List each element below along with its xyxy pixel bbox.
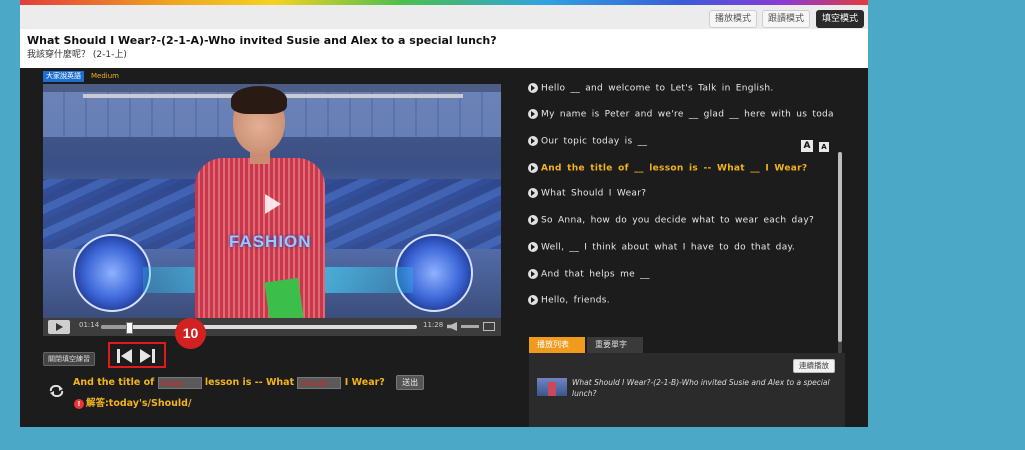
cloze-mode-button[interactable]: 填空模式: [816, 10, 865, 28]
subtitle-play-icon[interactable]: [528, 215, 538, 225]
step-number-badge: 10: [175, 318, 206, 349]
subtitle-play-icon[interactable]: [528, 163, 538, 173]
channel-badge: 大家說英語: [43, 71, 84, 82]
annotation-highlight-box: [108, 342, 166, 368]
cloze-text-before: And the title of: [73, 377, 155, 388]
fullscreen-icon[interactable]: [483, 322, 495, 331]
submit-button[interactable]: 送出: [396, 375, 425, 390]
subtitle-list: Hello __ and welcome to Let's Talk in En…: [528, 80, 834, 320]
subtitle-line[interactable]: Hello, friends.: [528, 295, 610, 306]
video-fashion-text: FASHION: [229, 232, 312, 251]
player-panel: 大家說英語 Medium FASHION 01:14 11:28 關閉填空練習 …: [20, 68, 868, 427]
subtitle-line[interactable]: Our topic today is __: [528, 136, 647, 147]
seek-thumb[interactable]: [126, 322, 134, 334]
play-button[interactable]: [48, 320, 70, 334]
subtitle-play-icon[interactable]: [528, 136, 538, 146]
video-controls: 01:14 11:28: [43, 318, 501, 336]
seek-bar[interactable]: [101, 322, 417, 334]
studio-globe-left: [73, 234, 151, 312]
continuous-play-button[interactable]: 連續播放: [793, 359, 835, 373]
follow-read-mode-button[interactable]: 跟讀模式: [762, 10, 811, 28]
presenter-paper: [264, 277, 304, 318]
subtitle-line[interactable]: And that helps me __: [528, 269, 650, 280]
subtitle-play-icon[interactable]: [528, 188, 538, 198]
subtitle-play-icon[interactable]: [528, 242, 538, 252]
subtitle-play-icon[interactable]: [528, 109, 538, 119]
cloze-sentence: And the title of today lesson is -- What…: [73, 375, 425, 390]
tab-vocabulary[interactable]: 重要單字: [587, 337, 643, 353]
answer-alert-icon: !: [74, 398, 84, 409]
answer-text: 解答:today's/Should/: [86, 398, 192, 409]
subtitle-line[interactable]: What Should I Wear?: [528, 188, 646, 199]
subtitle-text: What Should I Wear?: [541, 188, 647, 199]
volume-icon[interactable]: [447, 322, 457, 331]
repeat-icon[interactable]: [49, 385, 64, 397]
total-time: 11:28: [423, 321, 444, 329]
level-badge: Medium: [91, 72, 119, 80]
subtitle-text: Our topic today is __: [541, 136, 648, 147]
subtitle-text: And that helps me __: [541, 269, 650, 280]
subtitle-scroll-thumb[interactable]: [838, 152, 842, 342]
video-frame[interactable]: FASHION: [43, 84, 501, 318]
answer-line: ! 解答:today's/Should/: [74, 395, 191, 409]
subtitle-text: So Anna, how do you decide what to wear …: [541, 215, 815, 226]
cloze-text-middle: lesson is -- What: [204, 377, 295, 388]
cloze-blank-2[interactable]: should: [297, 376, 342, 389]
mode-toolbar: 播放模式 跟讀模式 填空模式: [20, 5, 868, 29]
subtitle-text: And the title of __ lesson is -- What __…: [541, 163, 808, 174]
volume-slider[interactable]: [461, 325, 479, 328]
presenter-hair: [231, 86, 287, 114]
playlist-item-title[interactable]: What Should I Wear?-(2-1-B)-Who invited …: [572, 377, 842, 399]
subtitle-line[interactable]: My name is Peter and we're __ glad __ he…: [528, 109, 834, 120]
subtitle-scrollbar[interactable]: [838, 152, 842, 387]
video-play-overlay-icon[interactable]: [265, 194, 281, 214]
subtitle-text: My name is Peter and we're __ glad __ he…: [541, 109, 834, 120]
tab-playlist[interactable]: 播放列表: [529, 337, 585, 353]
current-time: 01:14: [79, 321, 100, 329]
subtitle-text: Hello __ and welcome to Let's Talk in En…: [541, 83, 774, 94]
subtitle-play-icon[interactable]: [528, 295, 538, 305]
subtitle-line-active[interactable]: And the title of __ lesson is -- What __…: [528, 163, 807, 174]
close-cloze-button[interactable]: 關閉填空練習: [43, 352, 95, 366]
playback-mode-button[interactable]: 播放模式: [709, 10, 758, 28]
cloze-text-after: I Wear?: [344, 377, 385, 388]
subtitle-play-icon[interactable]: [528, 83, 538, 93]
page-subtitle: 我該穿什麼呢？ (2-1-上): [27, 50, 127, 60]
playlist-panel: 連續播放 What Should I Wear?-(2-1-B)-Who inv…: [529, 353, 845, 427]
subtitle-text: Well, __ I think about what I have to do…: [541, 242, 796, 253]
app-window: 播放模式 跟讀模式 填空模式 What Should I Wear?-(2-1-…: [20, 0, 868, 427]
subtitle-line[interactable]: So Anna, how do you decide what to wear …: [528, 215, 814, 226]
subtitle-line[interactable]: Hello __ and welcome to Let's Talk in En…: [528, 83, 774, 94]
cloze-blank-1[interactable]: today: [157, 376, 202, 389]
playlist-thumbnail[interactable]: [537, 378, 567, 396]
subtitle-play-icon[interactable]: [528, 269, 538, 279]
seek-bar-fill: [101, 325, 130, 329]
subtitle-text: Hello, friends.: [541, 295, 610, 306]
subtitle-line[interactable]: Well, __ I think about what I have to do…: [528, 242, 795, 253]
page-title: What Should I Wear?-(2-1-A)-Who invited …: [27, 34, 497, 47]
